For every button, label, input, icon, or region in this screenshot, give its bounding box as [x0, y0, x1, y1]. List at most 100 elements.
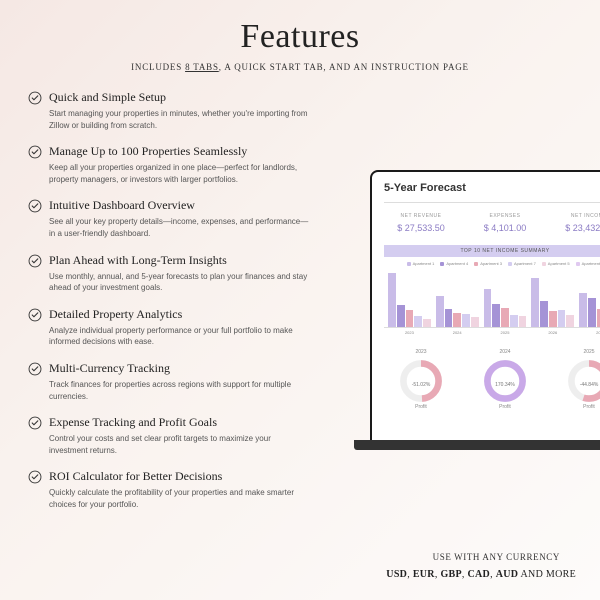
bar — [558, 310, 566, 327]
kpi-label: EXPENSES — [468, 213, 542, 219]
feature-item: ROI Calculator for Better Decisions Quic… — [28, 469, 338, 510]
bar-chart — [384, 272, 600, 328]
year-label: 2026 — [531, 330, 574, 335]
legend-item: Apartment 1 — [407, 261, 435, 266]
feature-item: Expense Tracking and Profit Goals Contro… — [28, 415, 338, 456]
laptop-base — [354, 440, 600, 450]
bar — [423, 319, 431, 327]
feature-title: Plan Ahead with Long-Term Insights — [49, 253, 227, 268]
page-title: Features — [28, 18, 572, 56]
doughnut-chart: 2023 -51.02% Profit — [399, 349, 443, 410]
feature-description: Analyze individual property performance … — [49, 325, 309, 348]
bar — [406, 310, 414, 327]
feature-description: Control your costs and set clear profit … — [49, 433, 309, 456]
doughnut-chart: 2025 -44.84% Profit — [567, 349, 600, 410]
legend-item: Apartment 7 — [508, 261, 536, 266]
bar — [566, 315, 574, 327]
feature-item: Plan Ahead with Long-Term Insights Use m… — [28, 253, 338, 294]
bar — [445, 309, 453, 327]
feature-item: Intuitive Dashboard Overview See all you… — [28, 198, 338, 239]
legend-item: Apartment 8 — [576, 261, 600, 266]
kpi-card: NET INCOME $ 23,432.50 — [552, 213, 600, 233]
bar — [549, 311, 557, 327]
feature-description: Start managing your properties in minute… — [49, 108, 309, 131]
feature-item: Manage Up to 100 Properties Seamlessly K… — [28, 144, 338, 185]
bar — [519, 316, 527, 327]
year-label: 2025 — [484, 330, 527, 335]
checkmark-icon — [28, 199, 42, 213]
doughnut-year: 2025 — [567, 349, 600, 355]
feature-item: Detailed Property Analytics Analyze indi… — [28, 307, 338, 348]
bar — [531, 278, 539, 327]
kpi-label: NET INCOME — [552, 213, 600, 219]
feature-title: Detailed Property Analytics — [49, 307, 182, 322]
bar — [388, 273, 396, 327]
checkmark-icon — [28, 254, 42, 268]
legend-item: Apartment 5 — [542, 261, 570, 266]
feature-description: Quickly calculate the profitability of y… — [49, 487, 309, 510]
checkmark-icon — [28, 145, 42, 159]
bar-group — [579, 293, 600, 327]
bar — [414, 316, 422, 327]
bar — [579, 293, 587, 327]
checkmark-icon — [28, 416, 42, 430]
bar — [501, 308, 509, 327]
bar — [492, 304, 500, 327]
doughnut-pct: 170.34% — [483, 382, 527, 388]
feature-description: See all your key property details—income… — [49, 216, 309, 239]
bar-group — [436, 296, 479, 327]
checkmark-icon — [28, 470, 42, 484]
doughnut-label: Profit — [567, 404, 600, 410]
feature-title: Quick and Simple Setup — [49, 90, 166, 105]
feature-title: Intuitive Dashboard Overview — [49, 198, 195, 213]
kpi-card: NET REVENUE $ 27,533.50 — [384, 213, 458, 233]
doughnut-row: 2023 -51.02% Profit 2024 170.34% Profit … — [384, 349, 600, 410]
bar — [588, 298, 596, 327]
checkmark-icon — [28, 308, 42, 322]
ring-icon — [399, 359, 443, 403]
feature-title: Multi-Currency Tracking — [49, 361, 170, 376]
bar-group — [531, 278, 574, 327]
kpi-value: $ 23,432.50 — [552, 223, 600, 233]
subtitle: INCLUDES 8 TABS, A QUICK START TAB, AND … — [28, 62, 572, 72]
doughnut-pct: -44.84% — [567, 382, 600, 388]
kpi-value: $ 4,101.00 — [468, 223, 542, 233]
bar — [471, 317, 479, 327]
kpi-value: $ 27,533.50 — [384, 223, 458, 233]
doughnut-year: 2024 — [483, 349, 527, 355]
dashboard-title: 5-Year Forecast — [384, 182, 600, 194]
checkmark-icon — [28, 362, 42, 376]
kpi-label: NET REVENUE — [384, 213, 458, 219]
feature-item: Multi-Currency Tracking Track finances f… — [28, 361, 338, 402]
feature-list: Quick and Simple Setup Start managing yo… — [28, 90, 338, 511]
bar — [436, 296, 444, 327]
kpi-row: NET REVENUE $ 27,533.50 EXPENSES $ 4,101… — [384, 213, 600, 233]
doughnut-year: 2023 — [399, 349, 443, 355]
feature-description: Track finances for properties across reg… — [49, 379, 309, 402]
bar — [397, 305, 405, 327]
doughnut-chart: 2024 170.34% Profit — [483, 349, 527, 410]
feature-item: Quick and Simple Setup Start managing yo… — [28, 90, 338, 131]
ring-icon — [483, 359, 527, 403]
bar — [484, 289, 492, 327]
dashboard-screen: 5-Year Forecast NET REVENUE $ 27,533.50 … — [370, 170, 600, 440]
year-label: 2023 — [388, 330, 431, 335]
checkmark-icon — [28, 91, 42, 105]
doughnut-label: Profit — [399, 404, 443, 410]
bar-x-axis: 20232024202520262027 — [384, 328, 600, 335]
footer-line-1: USE WITH ANY CURRENCY — [433, 552, 560, 562]
doughnut-label: Profit — [483, 404, 527, 410]
ring-icon — [567, 359, 600, 403]
bar — [540, 301, 548, 327]
legend-item: Apartment 3 — [474, 261, 502, 266]
year-label: 2027 — [579, 330, 600, 335]
doughnut-pct: -51.02% — [399, 382, 443, 388]
feature-title: Manage Up to 100 Properties Seamlessly — [49, 144, 247, 159]
chart-legend: Apartment 1 Apartment 4 Apartment 3 Apartme… — [384, 261, 600, 266]
footer-line-2: USD, EUR, GBP, CAD, AUD AND MORE — [386, 569, 576, 580]
legend-item: Apartment 4 — [440, 261, 468, 266]
chart-header: TOP 10 NET INCOME SUMMARY — [384, 245, 600, 257]
feature-title: Expense Tracking and Profit Goals — [49, 415, 217, 430]
feature-description: Use monthly, annual, and 5-year forecast… — [49, 271, 309, 294]
bar — [510, 315, 518, 327]
